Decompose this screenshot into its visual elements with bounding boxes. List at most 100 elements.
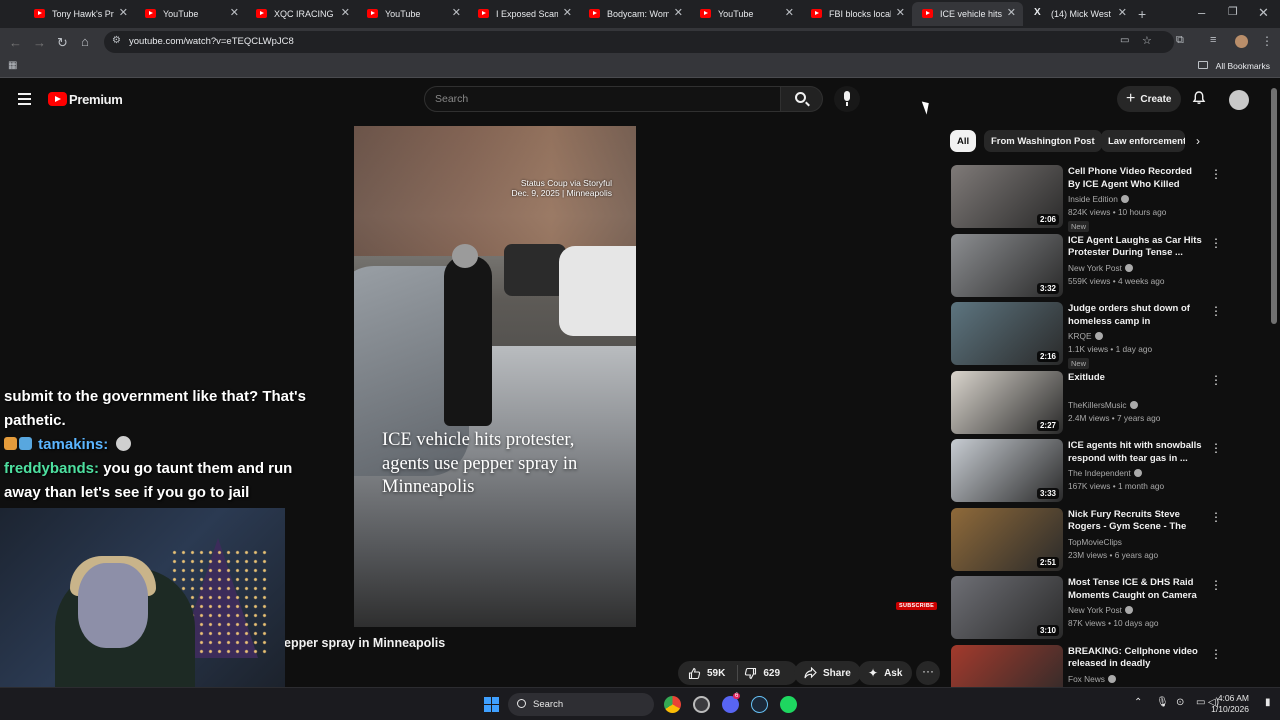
browser-tab[interactable]: ICE vehicle hits p ✕ bbox=[912, 2, 1023, 26]
related-video-channel[interactable]: Fox News bbox=[1068, 674, 1116, 684]
close-tab-icon[interactable]: ✕ bbox=[896, 6, 905, 19]
site-info-icon[interactable]: ⚙ bbox=[112, 35, 121, 46]
related-video-channel[interactable]: New York Post bbox=[1068, 605, 1133, 615]
related-video-channel[interactable]: Inside Edition bbox=[1068, 194, 1129, 204]
chrome-taskbar-icon[interactable] bbox=[664, 696, 681, 713]
related-video-item[interactable]: 3:10 Most Tense ICE & DHS Raid Moments Ca… bbox=[951, 576, 1222, 642]
windows-start-icon[interactable] bbox=[484, 697, 499, 712]
channel-name[interactable]: Inside Edition bbox=[1068, 194, 1118, 204]
related-video-channel[interactable]: New York Post bbox=[1068, 263, 1133, 273]
close-tab-icon[interactable]: ✕ bbox=[1118, 6, 1127, 19]
video-thumbnail[interactable]: 2:16 bbox=[951, 302, 1063, 365]
network-tray-icon[interactable]: ▭ bbox=[1196, 697, 1205, 708]
close-tab-icon[interactable]: ✕ bbox=[452, 6, 461, 19]
more-actions-icon[interactable]: ··· bbox=[916, 661, 940, 685]
thumbs-down-icon[interactable] bbox=[744, 667, 757, 680]
voice-search-icon[interactable] bbox=[834, 86, 860, 112]
channel-name[interactable]: TheKillersMusic bbox=[1068, 400, 1127, 410]
close-tab-icon[interactable]: ✕ bbox=[674, 6, 683, 19]
share-button[interactable]: Share bbox=[794, 661, 861, 685]
related-video-title[interactable]: Cell Phone Video Recorded By ICE Agent W… bbox=[1068, 166, 1206, 192]
related-video-title[interactable]: ICE Agent Laughs as Car Hits Protester D… bbox=[1068, 235, 1206, 260]
youtube-logo-icon[interactable] bbox=[48, 92, 67, 106]
video-thumbnail[interactable]: 2:51 bbox=[951, 507, 1063, 571]
close-window-icon[interactable]: ✕ bbox=[1258, 5, 1269, 21]
new-tab-icon[interactable]: + bbox=[1138, 6, 1146, 22]
media-controls-icon[interactable]: ≡ bbox=[1210, 34, 1216, 46]
video-player[interactable]: Status Coup via Storyful Dec. 9, 2025 | … bbox=[354, 126, 636, 627]
channel-name[interactable]: KRQE bbox=[1068, 331, 1092, 341]
related-video-title[interactable]: Nick Fury Recruits Steve Rogers - Gym Sc… bbox=[1068, 509, 1206, 535]
address-bar[interactable]: ⚙ youtube.com/watch?v=eTEQCLWpJC8 ▭ ☆ bbox=[104, 31, 1174, 53]
video-options-icon[interactable]: ⋮ bbox=[1210, 647, 1222, 661]
video-thumbnail[interactable]: 3:10 bbox=[951, 576, 1063, 639]
channel-name[interactable]: The Independent bbox=[1068, 468, 1131, 478]
create-button[interactable]: + Create bbox=[1117, 86, 1181, 112]
video-thumbnail[interactable]: 2:06 bbox=[951, 165, 1063, 228]
obs-taskbar-icon[interactable] bbox=[693, 696, 710, 713]
cast-icon[interactable]: ▭ bbox=[1120, 35, 1129, 46]
close-tab-icon[interactable]: ✕ bbox=[119, 6, 128, 19]
related-video-item[interactable]: 3:33 ICE agents hit with snowballs respon… bbox=[951, 439, 1222, 505]
video-options-icon[interactable]: ⋮ bbox=[1210, 510, 1222, 524]
notification-center-icon[interactable]: ▮ bbox=[1265, 697, 1271, 708]
related-video-channel[interactable]: KRQE bbox=[1068, 331, 1103, 341]
chip-law-enforcement[interactable]: Law enforcement bbox=[1101, 130, 1185, 152]
reload-icon[interactable]: ↻ bbox=[57, 35, 68, 51]
steam-tray-icon[interactable]: ⊙ bbox=[1176, 697, 1184, 708]
channel-name[interactable]: TopMovieClips bbox=[1068, 537, 1122, 547]
browser-tab[interactable]: Bodycam: Woman ✕ bbox=[579, 2, 690, 26]
guide-menu-icon[interactable] bbox=[18, 93, 31, 108]
subscribe-watermark[interactable]: SUBSCRIBE bbox=[896, 602, 938, 610]
dislike-count[interactable]: 629 bbox=[763, 668, 780, 679]
microphone-tray-icon[interactable]: 🎙 bbox=[1156, 697, 1169, 708]
page-scrollbar[interactable] bbox=[1271, 88, 1277, 324]
related-video-channel[interactable]: The Independent bbox=[1068, 468, 1142, 478]
browser-tab[interactable]: YouTube ✕ bbox=[690, 2, 801, 26]
video-options-icon[interactable]: ⋮ bbox=[1210, 304, 1222, 318]
video-options-icon[interactable]: ⋮ bbox=[1210, 167, 1222, 181]
browser-menu-icon[interactable]: ⋮ bbox=[1261, 34, 1273, 48]
browser-tab[interactable]: YouTube ✕ bbox=[135, 2, 246, 26]
apps-grid-icon[interactable]: ▦ bbox=[8, 60, 17, 71]
chips-next-arrow-icon[interactable]: › bbox=[1196, 134, 1200, 148]
video-options-icon[interactable]: ⋮ bbox=[1210, 236, 1222, 250]
chip-all[interactable]: All bbox=[950, 130, 977, 152]
chip-from-washington-post[interactable]: From Washington Post bbox=[984, 130, 1102, 152]
taskbar-search-box[interactable]: Search bbox=[508, 693, 654, 716]
youtube-premium-logo[interactable]: Premium bbox=[69, 92, 123, 107]
browser-tab[interactable]: FBI blocks local p ✕ bbox=[801, 2, 912, 26]
browser-tab[interactable]: XQC IRACING - Yo ✕ bbox=[246, 2, 357, 26]
browser-tab[interactable]: Tony Hawk's Pro S ✕ bbox=[24, 2, 135, 26]
search-button[interactable] bbox=[781, 86, 823, 112]
related-video-title[interactable]: ICE agents hit with snowballs respond wi… bbox=[1068, 440, 1206, 465]
related-video-item[interactable]: 2:51 Nick Fury Recruits Steve Rogers - Gy… bbox=[951, 507, 1222, 574]
related-video-channel[interactable]: TopMovieClips bbox=[1068, 537, 1122, 547]
home-icon[interactable]: ⌂ bbox=[81, 34, 89, 49]
video-thumbnail[interactable]: 2:27 bbox=[951, 370, 1063, 434]
address-bar-url[interactable]: youtube.com/watch?v=eTEQCLWpJC8 bbox=[129, 36, 294, 47]
browser-tab[interactable]: X (14) Mick West on ✕ bbox=[1023, 2, 1134, 26]
video-options-icon[interactable]: ⋮ bbox=[1210, 373, 1222, 387]
channel-name[interactable]: New York Post bbox=[1068, 263, 1122, 273]
forward-icon[interactable]: → bbox=[33, 35, 46, 50]
video-thumbnail[interactable]: 3:32 bbox=[951, 233, 1063, 297]
close-tab-icon[interactable]: ✕ bbox=[563, 6, 572, 19]
related-video-item[interactable]: 2:16 Judge orders shut down of homeless c… bbox=[951, 302, 1222, 369]
related-video-title[interactable]: Exitlude bbox=[1068, 372, 1206, 385]
close-tab-icon[interactable]: ✕ bbox=[341, 6, 350, 19]
steam-taskbar-icon[interactable] bbox=[751, 696, 768, 713]
close-tab-icon[interactable]: ✕ bbox=[1007, 6, 1016, 19]
thumbs-up-icon[interactable] bbox=[688, 667, 701, 680]
related-video-item[interactable]: 3:32 ICE Agent Laughs as Car Hits Protest… bbox=[951, 233, 1222, 300]
channel-name[interactable]: New York Post bbox=[1068, 605, 1122, 615]
related-video-title[interactable]: Most Tense ICE & DHS Raid Moments Caught… bbox=[1068, 577, 1206, 603]
profile-icon[interactable] bbox=[1235, 35, 1248, 48]
related-video-item[interactable]: 2:27 Exitlude TheKillersMusic 2.4M views • … bbox=[951, 370, 1222, 437]
related-video-item[interactable]: 2:06 Cell Phone Video Recorded By ICE Age… bbox=[951, 165, 1222, 232]
video-options-icon[interactable]: ⋮ bbox=[1210, 578, 1222, 592]
all-bookmarks-button[interactable]: All Bookmarks bbox=[1216, 61, 1270, 71]
show-hidden-icons-icon[interactable]: ⌃ bbox=[1134, 697, 1142, 708]
notifications-bell-icon[interactable] bbox=[1192, 91, 1206, 105]
taskbar-clock[interactable]: 4:06 AM 1/10/2026 bbox=[1211, 693, 1249, 715]
